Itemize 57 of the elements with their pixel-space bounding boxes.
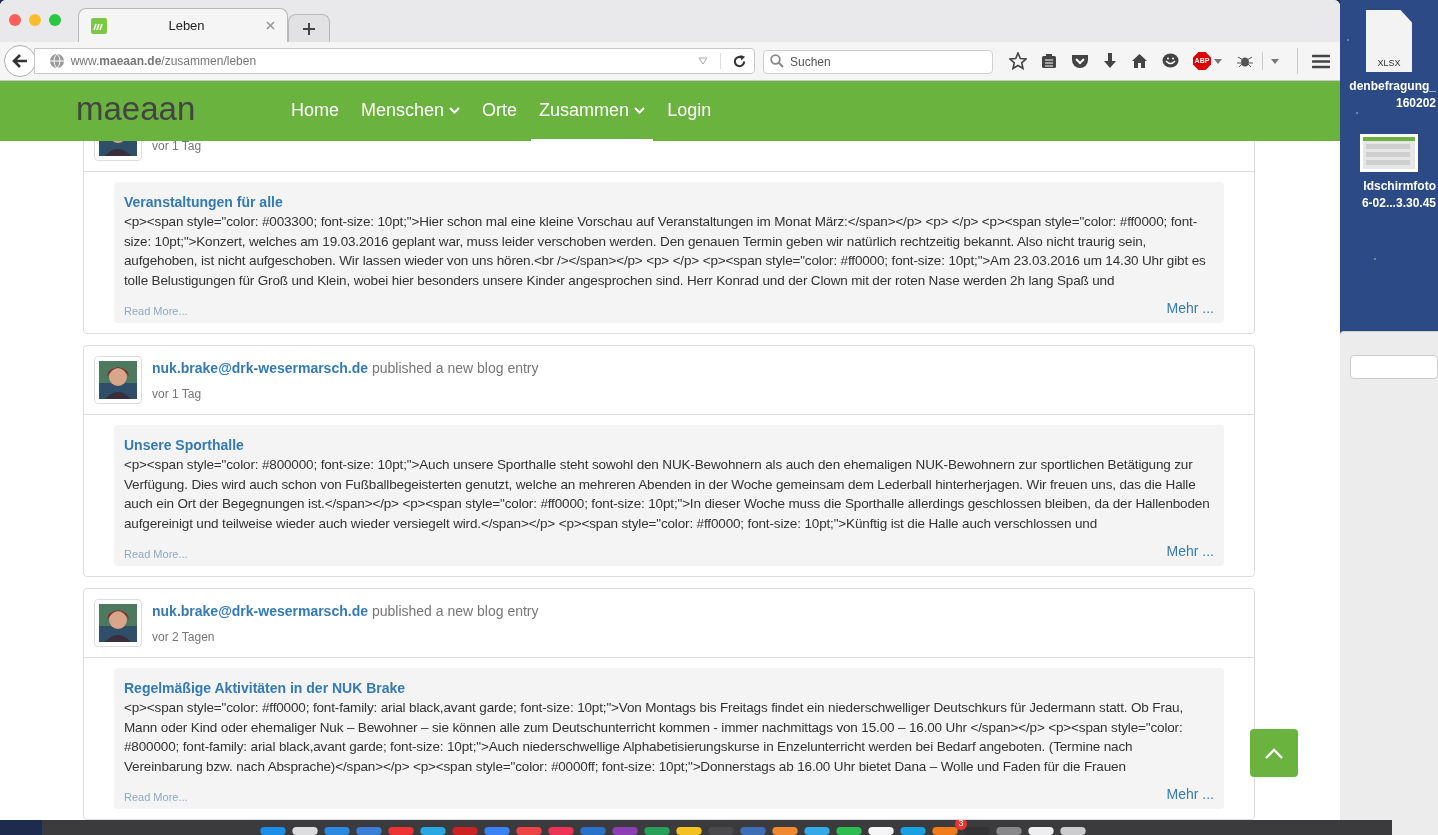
post-excerpt: <p><span style="color: #800000; font-size: 10pt;">Auch unsere Sporthalle steht sowohl den NUK-Bewohnern als auch den ehemaligen NUK-Bewohnern zur sportlichen Betätigung zur Verfügung. Dies wird auch schon von Fußballbegeisterten genutzt, welche an mehreren Abenden in der Woche gemeinsam dem Lederball hinterherjagen. Wir freuen uns, das die Halle auch ein Ort der Begegnungen ist.</span></p> <p><span style="color: #ff0000; font-size: 10pt;">In dieser Woche muss die Sporthalle allerdings geschlossen bleiben, da der Hallenboden aufgereinigt und teilweise wieder auch wieder versiegelt wird.</span></p> <p><span style="color: #ff0000; font-size: 10pt;">Künftig ist die Halle auch verschlossen und [124, 456, 1211, 533]
file-name-label: 160202 [1395, 95, 1436, 112]
search-field[interactable]: Suchen [763, 50, 993, 74]
site-logo[interactable]: maeaan [76, 91, 283, 125]
nav-link[interactable]: Login [659, 81, 720, 141]
home-icon[interactable] [1131, 53, 1148, 69]
post-time: vor 2 Tagen [152, 629, 216, 646]
nav-link[interactable]: Menschen [353, 81, 469, 141]
bookmark-star-icon[interactable] [1009, 52, 1027, 70]
screenshot-thumbnail-icon[interactable] [1360, 134, 1418, 172]
post-excerpt: <p><span style="color: #ff0000; font-family: arial black,avant garde; font-size: 10pt;">Von Montags bis Freitags findet ein niederschwelliger Deutschkurs für Jedermann statt. Ob Frau, Mann oder Kind oder ehemaliger Nuk – Bewohner – sie können alle zum Deutschunterricht kommen - immer nachmittags von 15.00 – 16.00 Uhr </span></p> <p><span style="color: #800000; font-family: arial black,avant garde; font-size: 10pt;">Auch niederschwellige Alphabetisierungskurse in Enzelunterricht werden bei Bedarf angeboten. (Termine nach Vereinbarung bzw. nach Absprache)</span></p> <p><span style="color: #0000ff; font-size: 10pt;">Donnerstags ab 16.00 Uhr bietet Dana – Wolle und Faden für die Frauen [124, 699, 1185, 776]
nav-link[interactable]: Orte [474, 81, 526, 141]
file-type-label: XLSX [1377, 56, 1401, 70]
chevron-up-icon [1265, 747, 1283, 759]
post-title-link[interactable]: Regelmäßige Aktivitäten in der NUK Brake [124, 678, 1214, 698]
more-link[interactable]: Mehr ... [1166, 298, 1214, 319]
clipboard-list-icon[interactable] [1041, 53, 1057, 69]
author-link[interactable]: nuk.brake@drk-wesermarsch.de [152, 601, 368, 622]
file-name-label: 6-02...3.30.45 [1361, 195, 1436, 212]
close-tab-icon[interactable] [266, 21, 275, 30]
dropdown-caret-icon[interactable] [1271, 58, 1279, 64]
action-text: published a new blog entry [371, 359, 539, 378]
menu-icon[interactable] [1312, 53, 1330, 69]
author-link[interactable]: nuk.brake@drk-wesermarsch.de [152, 358, 368, 379]
more-link[interactable]: Mehr ... [1166, 541, 1214, 562]
search-icon [770, 54, 784, 68]
pocket-icon[interactable] [1071, 53, 1089, 69]
site-favicon-icon [91, 17, 107, 34]
post-title-link[interactable]: Veranstaltungen für alle [124, 192, 1214, 212]
browser-tab[interactable]: Leben [78, 8, 288, 42]
read-more-link[interactable]: Read More... [124, 545, 188, 562]
url-text: www.maeaan.de/zusammen/leben [70, 53, 258, 70]
file-name-label: denbefragung_ [1349, 78, 1436, 95]
plus-icon [303, 22, 315, 35]
post-time: vor 1 Tag [152, 386, 203, 403]
more-link[interactable]: Mehr ... [1166, 784, 1214, 805]
close-window-icon[interactable] [9, 14, 21, 26]
nav-link[interactable]: Home [283, 81, 347, 141]
action-text: published a new blog entry [371, 602, 539, 621]
bug-icon[interactable] [1236, 54, 1254, 68]
back-button[interactable] [4, 45, 36, 77]
spreadsheet-file-icon[interactable]: XLSX [1366, 10, 1412, 72]
new-tab-button[interactable] [288, 14, 330, 42]
back-arrow-icon [11, 54, 28, 68]
post-time: vor 1 Tag [152, 138, 202, 155]
download-arrow-icon[interactable] [1103, 53, 1117, 69]
globe-icon [48, 53, 65, 69]
read-more-link[interactable]: Read More... [124, 788, 188, 805]
dropdown-caret-icon[interactable] [1214, 58, 1222, 64]
read-more-link[interactable]: Read More... [124, 302, 188, 319]
tab-title: Leben [167, 16, 206, 35]
address-bar[interactable]: www.maeaan.de/zusammen/leben [33, 48, 755, 74]
smiley-chat-icon[interactable] [1162, 53, 1179, 69]
post-excerpt: <p><span style="color: #003300; font-size: 10pt;">Hier schon mal eine kleine Vorschau auf Veranstaltungen im Monat März:</span></p> <p> </p> <p><span style="color: #ff0000; font-size: 10pt;">Konzert, welches am 19.03.2016 geplant war, muss leider verschoben werden. Den genauen Termin geben wir natürlich rechtzeitig bekannt. Also nicht traurig sein, aufgehoben, ist nicht aufgeschoben. Wir lassen wieder von uns hören.<br /></span></p> <p> </p> <p><span style="color: #ff0000; font-size: 10pt;">Am 23.03.2016 um 14.30 Uhr gibt es tolle Belustigungen für Groß und Klein, wobei hier besonders unsere Kinder angesprochen sind. Herr Konrad und der Clown mit der roten Nase werden 2h lang Spaß und [124, 213, 1207, 290]
post-title-link[interactable]: Unsere Sporthalle [124, 435, 1214, 455]
reload-icon[interactable] [733, 54, 746, 68]
file-name-label: ldschirmfoto [1363, 178, 1436, 195]
